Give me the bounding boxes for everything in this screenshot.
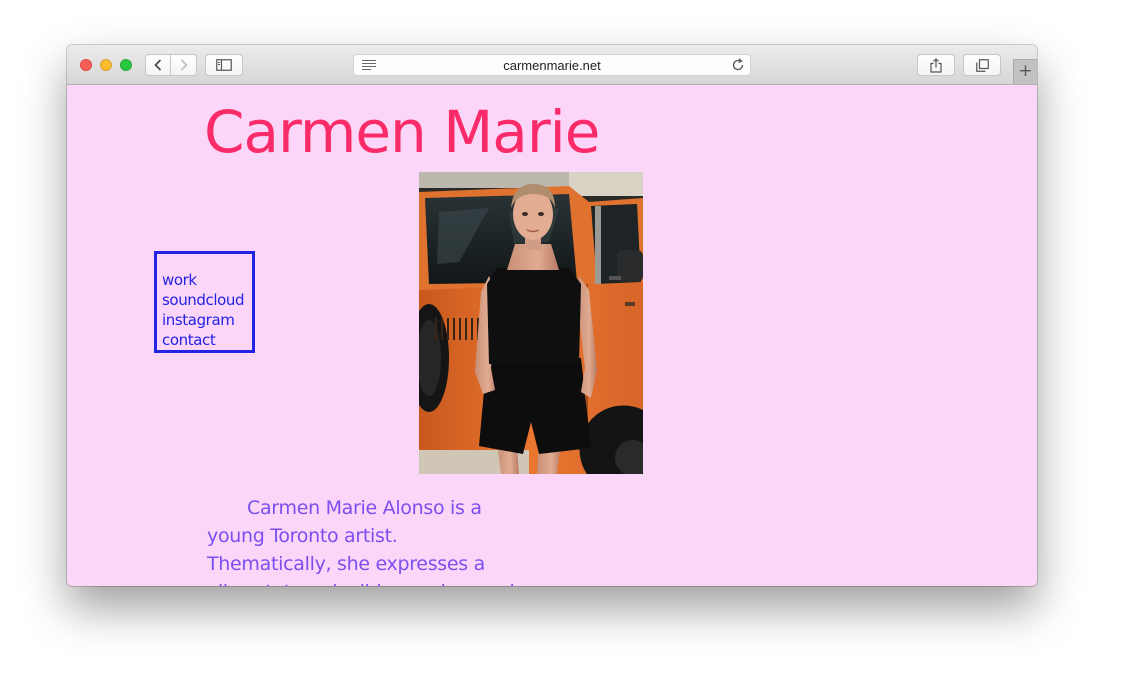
- minimize-window-button[interactable]: [100, 59, 112, 71]
- nav-link-contact[interactable]: contact: [162, 330, 252, 350]
- nav-link-instagram[interactable]: instagram: [162, 310, 252, 330]
- artist-photo-illustration: [419, 172, 643, 474]
- address-bar[interactable]: carmenmarie.net: [353, 54, 751, 76]
- forward-button[interactable]: [171, 54, 197, 76]
- chevron-left-icon: [154, 59, 162, 71]
- browser-toolbar: carmenmarie.net +: [67, 45, 1037, 85]
- new-tab-button[interactable]: +: [1013, 59, 1037, 84]
- show-all-tabs-button[interactable]: [963, 54, 1001, 76]
- share-icon: [930, 57, 942, 73]
- chevron-right-icon: [180, 59, 188, 71]
- reload-icon[interactable]: [731, 58, 745, 72]
- site-title[interactable]: Carmen Marie: [204, 97, 600, 167]
- sidebar-icon: [216, 59, 232, 71]
- artist-photo: [419, 172, 643, 474]
- web-page-content: Carmen Marie work soundcloud instagram c…: [67, 85, 1037, 586]
- sidebar-toggle-button[interactable]: [205, 54, 243, 76]
- url-text[interactable]: carmenmarie.net: [354, 58, 750, 73]
- tabs-overview-icon: [975, 58, 989, 72]
- browser-window: carmenmarie.net + Carmen Marie work soun…: [67, 45, 1037, 586]
- nav-link-soundcloud[interactable]: soundcloud: [162, 290, 252, 310]
- artist-bio: Carmen Marie Alonso is a young Toronto a…: [207, 497, 515, 586]
- plus-icon: +: [1018, 61, 1033, 81]
- close-window-button[interactable]: [80, 59, 92, 71]
- back-button[interactable]: [145, 54, 171, 76]
- share-button[interactable]: [917, 54, 955, 76]
- zoom-window-button[interactable]: [120, 59, 132, 71]
- nav-link-work[interactable]: work: [162, 270, 252, 290]
- site-nav-menu: work soundcloud instagram contact: [154, 251, 255, 353]
